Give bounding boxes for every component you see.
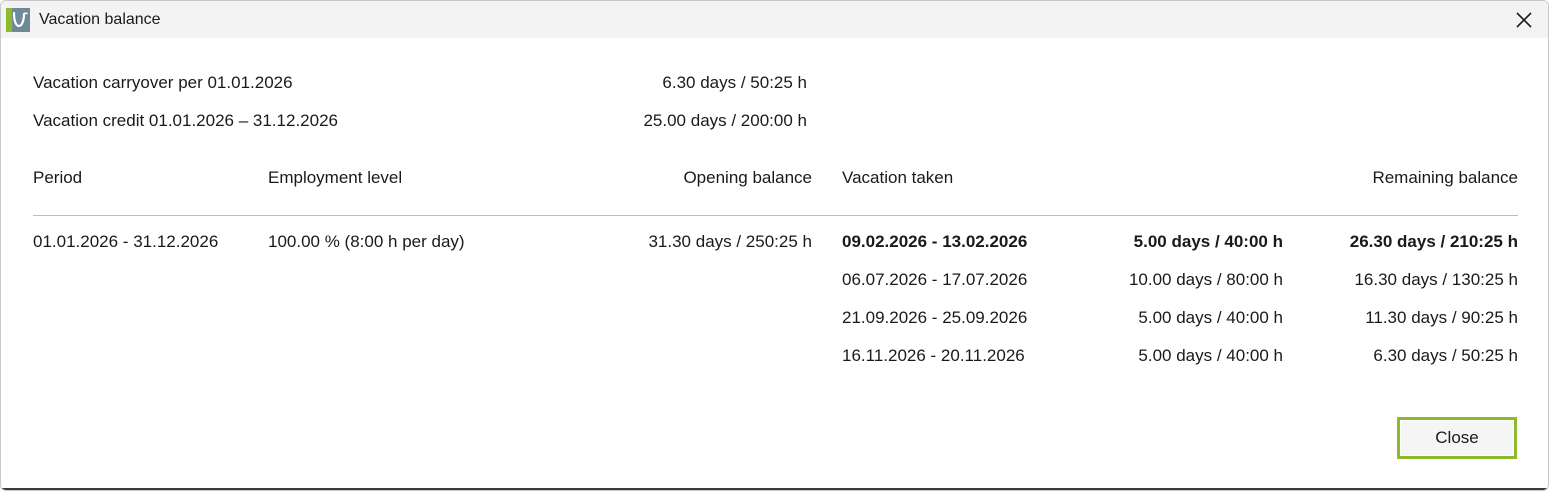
row-opening-balance: 31.30 days / 250:25 h <box>648 232 812 251</box>
vacation-dates: 06.07.2026 - 17.07.2026 <box>842 270 1028 289</box>
app-logo-icon <box>6 8 30 32</box>
credit-value: 25.00 days / 200:00 h <box>643 111 807 130</box>
vacation-remaining: 11.30 days / 90:25 h <box>1365 308 1518 327</box>
vacation-amount: 5.00 days / 40:00 h <box>1138 346 1283 365</box>
vacation-remaining: 6.30 days / 50:25 h <box>1373 346 1518 365</box>
carryover-value: 6.30 days / 50:25 h <box>662 73 807 92</box>
header-period: Period <box>33 168 83 187</box>
title-bar: Vacation balance <box>1 1 1548 38</box>
close-button[interactable]: Close <box>1397 417 1517 459</box>
window-bottom-edge <box>1 488 1548 490</box>
vacation-amount: 5.00 days / 40:00 h <box>1133 232 1283 251</box>
header-divider <box>33 215 1518 216</box>
window-title: Vacation balance <box>39 11 161 28</box>
vacation-balance-dialog: Vacation balance Vacation carryover per … <box>0 0 1549 491</box>
vacation-dates: 21.09.2026 - 25.09.2026 <box>842 308 1028 327</box>
row-period: 01.01.2026 - 31.12.2026 <box>33 232 219 251</box>
credit-label: Vacation credit 01.01.2026 – 31.12.2026 <box>33 111 338 130</box>
vacation-amount: 5.00 days / 40:00 h <box>1138 308 1283 327</box>
vacation-remaining: 26.30 days / 210:25 h <box>1349 232 1518 251</box>
carryover-label: Vacation carryover per 01.01.2026 <box>33 73 293 92</box>
header-vacation-taken: Vacation taken <box>842 168 954 187</box>
header-remaining-balance: Remaining balance <box>1372 168 1518 187</box>
vacation-dates: 09.02.2026 - 13.02.2026 <box>842 232 1028 251</box>
vacation-remaining: 16.30 days / 130:25 h <box>1354 270 1518 289</box>
header-opening-balance: Opening balance <box>683 168 812 187</box>
vacation-amount: 10.00 days / 80:00 h <box>1128 270 1283 289</box>
close-icon[interactable] <box>1514 10 1534 30</box>
vacation-dates: 16.11.2026 - 20.11.2026 <box>842 346 1025 365</box>
row-employment-level: 100.00 % (8:00 h per day) <box>268 232 465 251</box>
header-employment-level: Employment level <box>268 168 403 187</box>
